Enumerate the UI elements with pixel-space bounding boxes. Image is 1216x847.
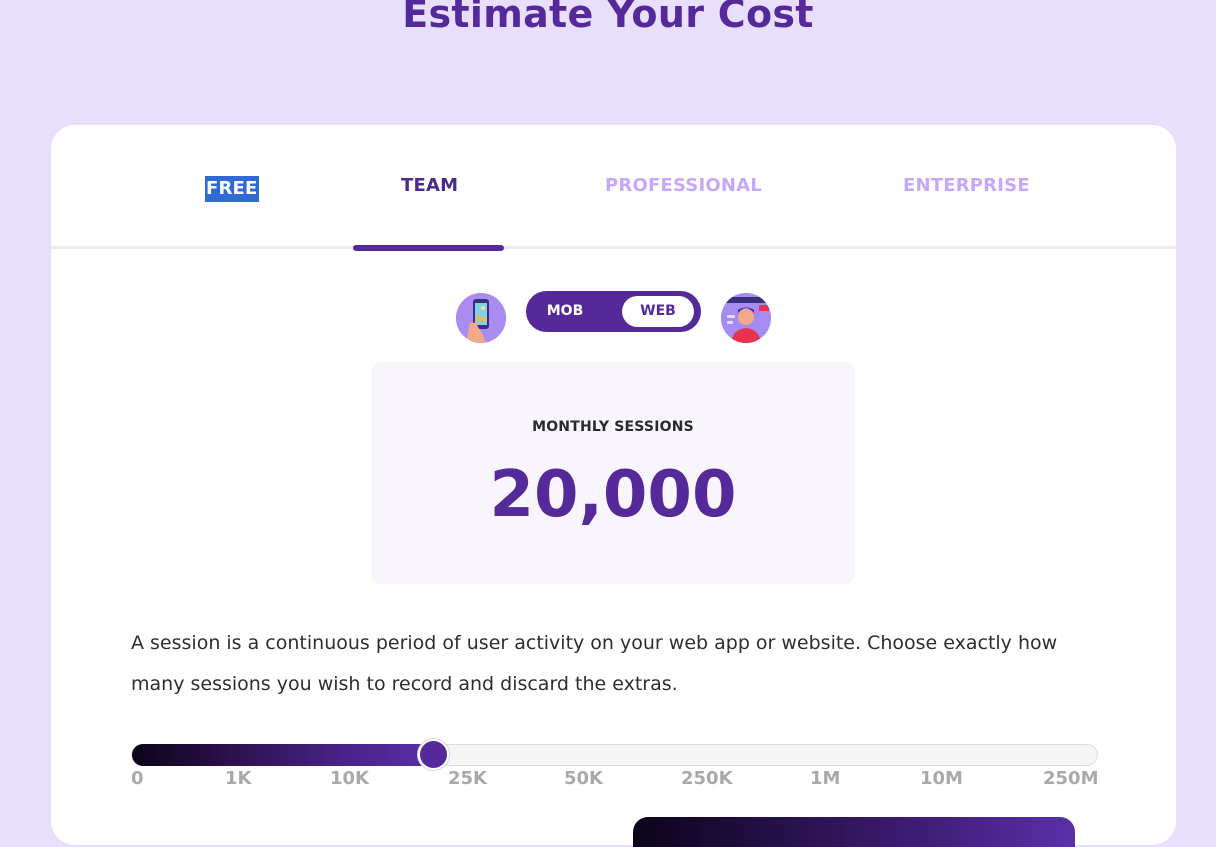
slider-fill — [132, 744, 444, 766]
slider-tick-label: 250M — [1043, 768, 1099, 789]
tab-enterprise[interactable]: ENTERPRISE — [903, 175, 1030, 203]
plan-tabs: FREE TEAM PROFESSIONAL ENTERPRISE — [51, 125, 1176, 251]
session-description: A session is a continuous period of user… — [131, 632, 1058, 695]
toggle-option-web[interactable]: WEB — [622, 296, 694, 327]
page-title: Estimate Your Cost — [402, 0, 814, 36]
pricing-card: FREE TEAM PROFESSIONAL ENTERPRISE MOB WE… — [51, 125, 1176, 847]
platform-toggle[interactable]: MOB WEB — [526, 291, 701, 332]
tab-professional[interactable]: PROFESSIONAL — [605, 175, 762, 203]
slider-tick-label: 10K — [330, 768, 369, 789]
sessions-slider[interactable] — [131, 739, 1098, 770]
slider-tick-label: 1M — [810, 768, 841, 789]
slider-tick-label: 1K — [225, 768, 252, 789]
tab-team[interactable]: TEAM — [401, 175, 458, 203]
tab-free[interactable]: FREE — [205, 176, 259, 202]
mobile-phone-illustration-icon — [456, 293, 506, 343]
monthly-sessions-value: 20,000 — [489, 458, 737, 532]
monthly-sessions-label: MONTHLY SESSIONS — [532, 419, 694, 435]
web-live-stream-illustration-icon — [721, 293, 771, 343]
slider-tick-label: 10M — [920, 768, 963, 789]
slider-tick-label: 25K — [448, 768, 487, 789]
toggle-option-mob[interactable]: MOB — [526, 291, 604, 332]
active-tab-indicator — [353, 245, 504, 251]
monthly-sessions-panel: MONTHLY SESSIONS 20,000 — [371, 362, 855, 584]
slider-tick-label: 250K — [681, 768, 733, 789]
slider-thumb[interactable] — [418, 739, 449, 770]
slider-tick-label: 50K — [564, 768, 603, 789]
slider-tick-label: 0 — [131, 768, 144, 789]
